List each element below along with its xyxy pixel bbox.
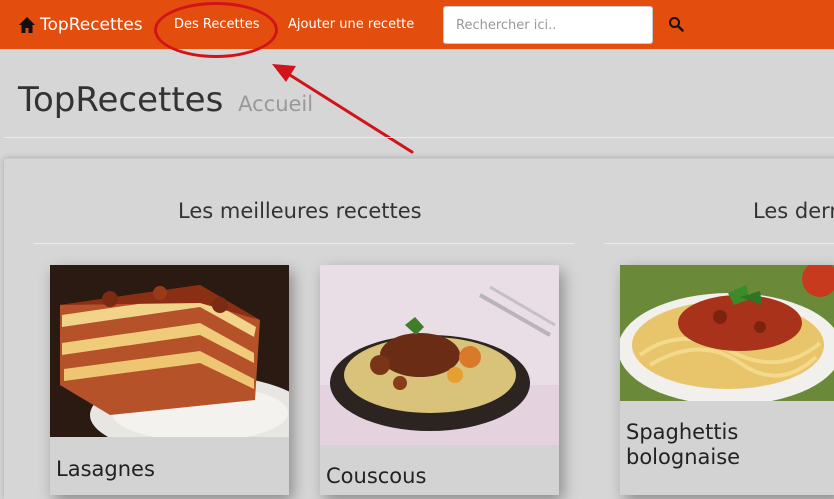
brand-link[interactable]: TopRecettes [18, 14, 143, 36]
page-title: TopRecettes Accueil [18, 80, 313, 120]
recipe-image-lasagna[interactable] [50, 265, 289, 437]
header-divider [4, 137, 834, 138]
section-title-best: Les meilleures recettes [178, 199, 422, 223]
recipe-card-couscous[interactable]: Couscous [320, 265, 559, 495]
section-divider-best [34, 243, 574, 244]
brand-label: TopRecettes [40, 15, 143, 35]
recipe-card-title[interactable]: Spaghettis bolognaise [626, 420, 826, 470]
search-input[interactable] [443, 6, 653, 44]
recipe-card-lasagnes[interactable]: Lasagnes [50, 265, 289, 495]
section-title-latest: Les dern [753, 199, 834, 223]
recipe-card-title[interactable]: Couscous [326, 464, 426, 489]
annotation-highlight-ellipse [154, 2, 278, 58]
navbar: TopRecettes Des Recettes Ajouter une rec… [0, 0, 834, 49]
page-title-text: TopRecettes [18, 80, 224, 120]
page-subtitle: Accueil [238, 92, 314, 116]
recipe-card-spaghetti[interactable]: Spaghettis bolognaise [620, 265, 834, 495]
section-divider-latest [604, 243, 834, 244]
recipe-image-spaghetti[interactable] [620, 265, 834, 401]
recipe-image-couscous[interactable] [320, 265, 559, 445]
search-icon[interactable] [668, 16, 684, 32]
home-icon [19, 17, 35, 33]
nav-link-add-recipe[interactable]: Ajouter une recette [288, 16, 414, 34]
recipe-card-title[interactable]: Lasagnes [56, 457, 155, 482]
